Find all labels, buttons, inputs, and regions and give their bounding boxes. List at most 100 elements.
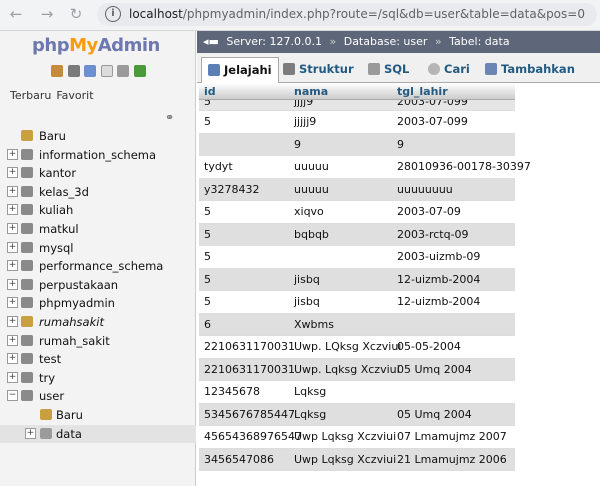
reload-nav-icon[interactable] bbox=[133, 65, 146, 77]
cell-nama[interactable]: Lqksg bbox=[294, 385, 326, 398]
reload-icon[interactable]: ↻ bbox=[66, 4, 86, 24]
tree-item-database[interactable]: + matkul bbox=[0, 220, 196, 239]
cell-id[interactable]: tydyt bbox=[204, 160, 233, 173]
cell-nama[interactable]: 9 bbox=[294, 138, 301, 151]
collapse-icon[interactable]: − bbox=[7, 390, 18, 402]
tree-item-database[interactable]: + kelas_3d bbox=[0, 183, 196, 202]
tree-item-database[interactable]: + phpmyadmin bbox=[0, 294, 196, 313]
expand-icon[interactable]: + bbox=[7, 371, 18, 383]
tab-insert[interactable]: Tambahkan bbox=[479, 57, 581, 83]
tree-item-new-table[interactable]: Baru bbox=[0, 406, 196, 425]
exit-icon[interactable] bbox=[67, 65, 80, 77]
table-row[interactable]: 3456547086 Uwp Lqksg Xczviui 21 Lmamujmz 2… bbox=[199, 448, 515, 471]
expand-icon[interactable]: + bbox=[7, 334, 18, 346]
column-header-nama[interactable]: nama bbox=[294, 85, 328, 98]
cell-nama[interactable]: jisbq bbox=[294, 295, 320, 308]
cell-nama[interactable]: xiqvo bbox=[294, 205, 324, 218]
table-row[interactable]: tydyt uuuuu 28010936-00178-30397 bbox=[199, 156, 531, 179]
cell-tgl-lahir[interactable]: 12-uizmb-2004 bbox=[397, 295, 480, 308]
table-row[interactable]: 5 jjjj9 2003-07-099 bbox=[199, 100, 515, 111]
tab-sql[interactable]: SQL bbox=[362, 57, 415, 83]
cell-tgl-lahir[interactable]: 12-uizmb-2004 bbox=[397, 273, 480, 286]
cell-tgl-lahir[interactable]: 28010936-00178-30397 bbox=[397, 160, 531, 173]
cell-id[interactable]: 5 bbox=[204, 295, 211, 308]
phpmyadmin-logo[interactable]: phpMyAdmin bbox=[32, 35, 160, 56]
tree-item-database[interactable]: + test bbox=[0, 350, 196, 369]
tree-item-database[interactable]: + kantor bbox=[0, 164, 196, 183]
site-info-icon[interactable]: i bbox=[105, 6, 121, 22]
cell-tgl-lahir[interactable]: 05 Umq 2004 bbox=[397, 363, 472, 376]
cell-tgl-lahir[interactable]: 2003-uizmb-09 bbox=[397, 250, 480, 263]
table-row[interactable]: 5 jjjjj9 2003-07-099 bbox=[199, 111, 515, 134]
tree-item-database[interactable]: + information_schema bbox=[0, 146, 196, 165]
tab-structure[interactable]: Struktur bbox=[277, 57, 360, 83]
table-row[interactable]: 5345676785447 Lqksg 05 Umq 2004 bbox=[199, 403, 515, 426]
cell-nama[interactable]: Uwp Lqksg Xczviui bbox=[294, 430, 396, 443]
tab-browse[interactable]: Jelajahi bbox=[201, 57, 279, 83]
cell-tgl-lahir[interactable]: 2003-07-099 bbox=[397, 100, 468, 108]
tree-item-database[interactable]: + try bbox=[0, 369, 196, 388]
cell-nama[interactable]: bqbqb bbox=[294, 228, 329, 241]
cell-tgl-lahir[interactable]: 05 Umq 2004 bbox=[397, 408, 472, 421]
cell-id[interactable]: y3278432 bbox=[204, 183, 260, 196]
expand-icon[interactable]: + bbox=[7, 204, 18, 216]
cell-id[interactable]: 3456547086 bbox=[204, 453, 274, 466]
expand-icon[interactable]: + bbox=[7, 278, 18, 290]
cell-nama[interactable]: Uwp. LQksg Xczviui bbox=[294, 340, 401, 353]
breadcrumb-database[interactable]: Database: user bbox=[344, 35, 428, 48]
cell-id[interactable]: 2210631170031 bbox=[204, 340, 295, 353]
table-row[interactable]: 12345678 Lqksg bbox=[199, 381, 515, 404]
column-header-tgl-lahir[interactable]: tgl_lahir bbox=[397, 85, 448, 98]
tree-item-table[interactable]: + data bbox=[0, 424, 196, 444]
expand-icon[interactable]: + bbox=[7, 260, 18, 272]
cell-tgl-lahir[interactable]: 2003-07-099 bbox=[397, 115, 468, 128]
tree-item-database[interactable]: − user bbox=[0, 387, 196, 406]
cell-tgl-lahir[interactable]: 05-05-2004 bbox=[397, 340, 461, 353]
cell-nama[interactable]: Uwp. Lqksg Xczviui bbox=[294, 363, 400, 376]
forward-icon[interactable]: → bbox=[37, 4, 57, 24]
home-icon[interactable] bbox=[51, 65, 63, 77]
table-row[interactable]: y3278432 uuuuu uuuuuuuu bbox=[199, 178, 515, 201]
cell-nama[interactable]: Uwp Lqksg Xczviui bbox=[294, 453, 396, 466]
table-row[interactable]: 2210631170031 Uwp. Lqksg Xczviui 05 Umq 20… bbox=[199, 358, 515, 381]
tree-item-database[interactable]: + rumah_sakit bbox=[0, 332, 196, 351]
table-row[interactable]: 5 jisbq 12-uizmb-2004 bbox=[199, 268, 515, 291]
cell-id[interactable]: 2210631170031 bbox=[204, 363, 295, 376]
table-row[interactable]: 99 bbox=[199, 133, 515, 156]
tree-item-database[interactable]: + performance_schema bbox=[0, 257, 196, 276]
expand-icon[interactable]: + bbox=[7, 222, 18, 234]
expand-icon[interactable]: + bbox=[7, 167, 18, 179]
tab-recent[interactable]: Terbaru bbox=[10, 89, 51, 102]
cell-nama[interactable]: Lqksg bbox=[294, 408, 326, 421]
expand-icon[interactable]: + bbox=[7, 315, 18, 327]
cell-id[interactable]: 12345678 bbox=[204, 385, 260, 398]
table-row[interactable]: 5 2003-uizmb-09 bbox=[199, 246, 515, 269]
cell-id[interactable]: 6 bbox=[204, 318, 211, 331]
cell-tgl-lahir[interactable]: 07 Lmamujmz 2007 bbox=[397, 430, 507, 443]
expand-icon[interactable]: + bbox=[25, 427, 36, 439]
breadcrumb-server[interactable]: Server: 127.0.0.1 bbox=[226, 35, 322, 48]
expand-icon[interactable]: + bbox=[7, 297, 18, 309]
tree-item-database[interactable]: + mysql bbox=[0, 239, 196, 258]
table-row[interactable]: 5 xiqvo 2003-07-09 bbox=[199, 201, 515, 224]
column-header-id[interactable]: id bbox=[204, 85, 216, 98]
url-text[interactable]: localhost/phpmyadmin/index.php?route=/sq… bbox=[129, 7, 585, 21]
expand-icon[interactable]: + bbox=[7, 185, 18, 197]
cell-id[interactable]: 5 bbox=[204, 115, 211, 128]
tree-item-database[interactable]: + perpustakaan bbox=[0, 276, 196, 295]
address-bar[interactable]: i localhost/phpmyadmin/index.php?route=/… bbox=[97, 3, 597, 26]
settings-icon[interactable] bbox=[117, 65, 129, 77]
cell-id[interactable]: 5 bbox=[204, 228, 211, 241]
breadcrumb-table[interactable]: Tabel: data bbox=[449, 35, 509, 48]
cell-nama[interactable]: jisbq bbox=[294, 273, 320, 286]
cell-nama[interactable]: jjjjj9 bbox=[294, 115, 316, 128]
cell-tgl-lahir[interactable]: uuuuuuuu bbox=[397, 183, 453, 196]
cell-id[interactable]: 45654368976547 bbox=[204, 430, 302, 443]
link-with-main-icon[interactable]: ⚭ bbox=[165, 111, 174, 124]
cell-id[interactable]: 5 bbox=[204, 250, 211, 263]
cell-id[interactable]: 5345676785447 bbox=[204, 408, 295, 421]
cell-nama[interactable]: Xwbms bbox=[294, 318, 334, 331]
expand-icon[interactable]: + bbox=[7, 148, 18, 160]
tree-item-database[interactable]: + rumahsakit bbox=[0, 313, 196, 332]
table-row[interactable]: 6 Xwbms bbox=[199, 313, 515, 336]
